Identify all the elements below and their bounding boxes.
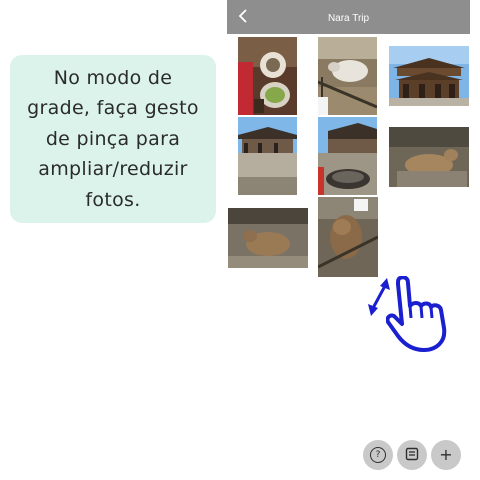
photo-thumbnail-sheep[interactable]: [318, 37, 377, 115]
tooltip-line: fotos.: [85, 188, 141, 211]
photo-thumbnail-temple-hall[interactable]: [238, 117, 297, 195]
photo-thumbnail-temple-gate[interactable]: [389, 46, 469, 106]
help-button[interactable]: ?: [363, 440, 393, 470]
album-button[interactable]: [397, 440, 427, 470]
photo-thumbnail-deer-lying[interactable]: [228, 208, 308, 268]
tooltip-line: grade, faça gesto: [27, 97, 199, 120]
plus-icon: +: [439, 445, 453, 464]
photo-thumbnail-temple-courtyard[interactable]: [318, 117, 377, 195]
app-header: Nara Trip: [227, 0, 470, 34]
photo-thumbnail-deer-closeup[interactable]: [318, 197, 378, 277]
help-glyph: ?: [375, 449, 381, 460]
photo-thumbnail-deer-resting[interactable]: [389, 127, 469, 187]
tooltip-line: No modo de: [53, 66, 173, 89]
album-title: Nara Trip: [327, 13, 370, 24]
pinch-tooltip: No modo de grade, faça gesto de pinça pa…: [10, 55, 216, 223]
pinch-gesture-hint: [364, 275, 460, 354]
tooltip-line: ampliar/reduzir: [38, 158, 188, 181]
tooltip-text: No modo de grade, faça gesto de pinça pa…: [27, 63, 199, 216]
album-icon: [405, 446, 419, 465]
photo-thumbnail-food-tray[interactable]: [238, 37, 297, 115]
tooltip-line: de pinça para: [45, 127, 181, 150]
help-icon: ?: [370, 447, 386, 463]
pinch-hand-icon: [385, 275, 456, 352]
add-button[interactable]: +: [431, 440, 461, 470]
